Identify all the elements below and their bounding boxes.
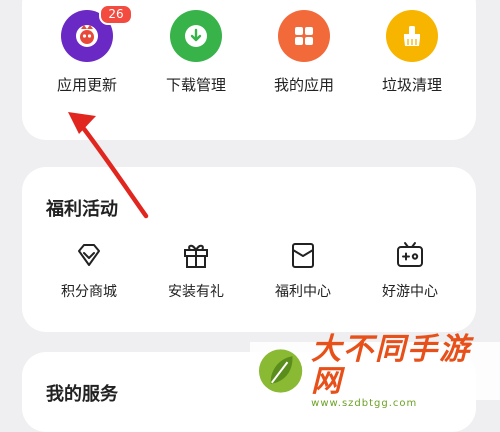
watermark-url: www.szdbtgg.com — [311, 397, 418, 409]
watermark: 大不同手游网 www.szdbtgg.com — [250, 333, 500, 409]
leaf-logo-icon — [258, 349, 303, 393]
watermark-title: 大不同手游网 — [311, 331, 472, 399]
